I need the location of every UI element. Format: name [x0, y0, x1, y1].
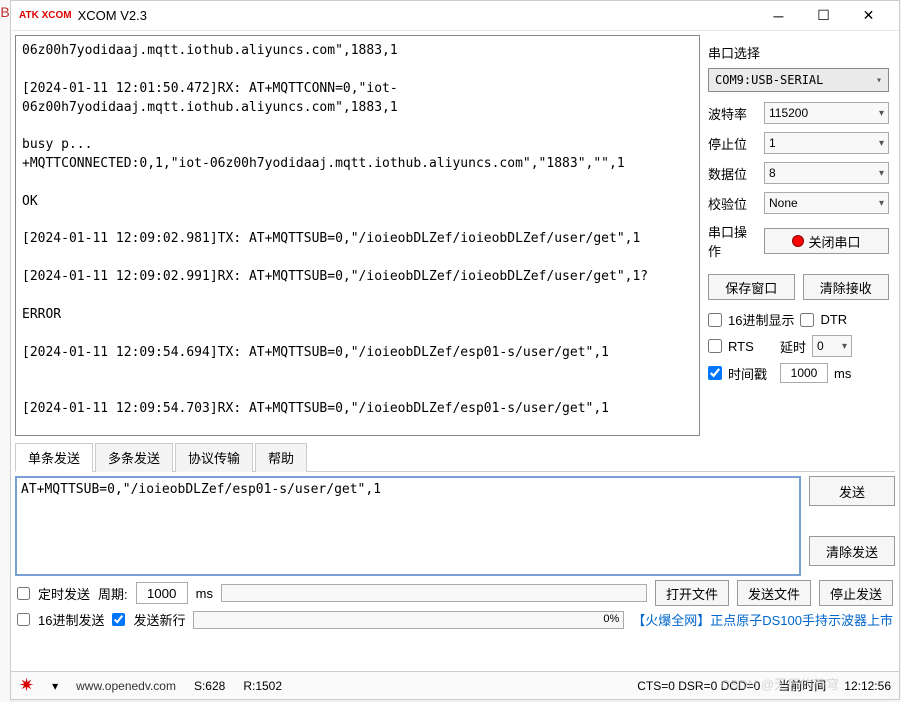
delay-select[interactable]: 0▾: [812, 335, 852, 357]
save-window-button[interactable]: 保存窗口: [708, 274, 795, 300]
parity-select[interactable]: None▾: [764, 192, 889, 214]
file-path-field[interactable]: [221, 584, 647, 602]
close-button[interactable]: ✕: [846, 2, 891, 30]
dropdown-icon[interactable]: ▾: [52, 679, 58, 693]
maximize-button[interactable]: ☐: [801, 2, 846, 30]
data-select[interactable]: 8▾: [764, 162, 889, 184]
chevron-down-icon: ▾: [879, 138, 884, 149]
timed-send-label: 定时发送: [38, 584, 90, 603]
dtr-checkbox[interactable]: [800, 313, 814, 327]
tab-protocol[interactable]: 协议传输: [175, 443, 253, 472]
tab-multi-send[interactable]: 多条发送: [95, 443, 173, 472]
port-section-title: 串口选择: [708, 43, 889, 62]
hex-send-checkbox[interactable]: [17, 613, 30, 626]
port-select[interactable]: COM9:USB-SERIAL ▾: [708, 68, 889, 92]
progress-bar: 0%: [193, 611, 624, 629]
record-icon: [792, 235, 804, 247]
timestamp-label: 时间戳: [728, 364, 774, 383]
stop-send-button[interactable]: 停止发送: [819, 580, 893, 606]
left-edge-marker: B: [0, 0, 10, 702]
window-title: XCOM V2.3: [78, 8, 756, 23]
send-newline-checkbox[interactable]: [112, 613, 125, 626]
send-button[interactable]: 发送: [809, 476, 895, 506]
watermark: CSDN @无尽的苍穹: [720, 674, 839, 693]
titlebar: ATK XCOM XCOM V2.3 ─ ☐ ✕: [11, 1, 899, 31]
baud-select[interactable]: 115200▾: [764, 102, 889, 124]
clear-receive-button[interactable]: 清除接收: [803, 274, 890, 300]
serial-config-panel: 串口选择 COM9:USB-SERIAL ▾ 波特率 115200▾ 停止位 1…: [704, 31, 899, 436]
chevron-down-icon: ▾: [879, 168, 884, 179]
tab-help[interactable]: 帮助: [255, 443, 307, 472]
stop-label: 停止位: [708, 134, 758, 153]
ms-label: ms: [196, 586, 213, 601]
promo-link[interactable]: 【火爆全网】正点原子DS100手持示波器上市: [632, 610, 893, 629]
parity-label: 校验位: [708, 194, 758, 213]
clear-send-button[interactable]: 清除发送: [809, 536, 895, 566]
timestamp-checkbox[interactable]: [708, 366, 722, 380]
period-label: 周期:: [98, 584, 128, 603]
hex-display-label: 16进制显示: [728, 310, 794, 329]
stop-select[interactable]: 1▾: [764, 132, 889, 154]
app-icon: ATK XCOM: [19, 11, 72, 21]
status-url[interactable]: www.openedv.com: [76, 679, 176, 693]
timed-send-checkbox[interactable]: [17, 587, 30, 600]
chevron-down-icon: ▾: [876, 75, 882, 86]
port-value: COM9:USB-SERIAL: [715, 73, 823, 87]
rts-label: RTS: [728, 339, 774, 354]
open-file-button[interactable]: 打开文件: [655, 580, 729, 606]
progress-text: 0%: [603, 613, 619, 625]
receive-log[interactable]: 06z00h7yodidaaj.mqtt.iothub.aliyuncs.com…: [15, 35, 700, 436]
send-newline-label: 发送新行: [133, 610, 185, 629]
status-recv: R:1502: [243, 679, 282, 693]
dtr-label: DTR: [820, 312, 847, 327]
chevron-down-icon: ▾: [879, 108, 884, 119]
chevron-down-icon: ▾: [842, 341, 847, 352]
send-file-button[interactable]: 发送文件: [737, 580, 811, 606]
timestamp-input[interactable]: [780, 363, 828, 383]
tab-single-send[interactable]: 单条发送: [15, 443, 93, 472]
data-label: 数据位: [708, 164, 758, 183]
period-input[interactable]: [136, 582, 188, 604]
minimize-button[interactable]: ─: [756, 2, 801, 30]
status-time-value: 12:12:56: [844, 679, 891, 693]
chevron-down-icon: ▾: [879, 198, 884, 209]
delay-label: 延时: [780, 337, 806, 356]
hex-display-checkbox[interactable]: [708, 313, 722, 327]
gear-icon[interactable]: ✷: [19, 675, 34, 696]
rts-checkbox[interactable]: [708, 339, 722, 353]
status-sent: S:628: [194, 679, 225, 693]
main-window: ATK XCOM XCOM V2.3 ─ ☐ ✕ 06z00h7yodidaaj…: [10, 0, 900, 700]
send-textarea[interactable]: AT+MQTTSUB=0,"/ioieobDLZef/esp01-s/user/…: [15, 476, 801, 576]
hex-send-label: 16进制发送: [38, 610, 104, 629]
send-tabs: 单条发送 多条发送 协议传输 帮助: [15, 442, 895, 472]
port-toggle-button[interactable]: 关闭串口: [764, 228, 889, 254]
ms-label: ms: [834, 366, 851, 381]
port-op-label: 串口操作: [708, 222, 758, 260]
baud-label: 波特率: [708, 104, 758, 123]
